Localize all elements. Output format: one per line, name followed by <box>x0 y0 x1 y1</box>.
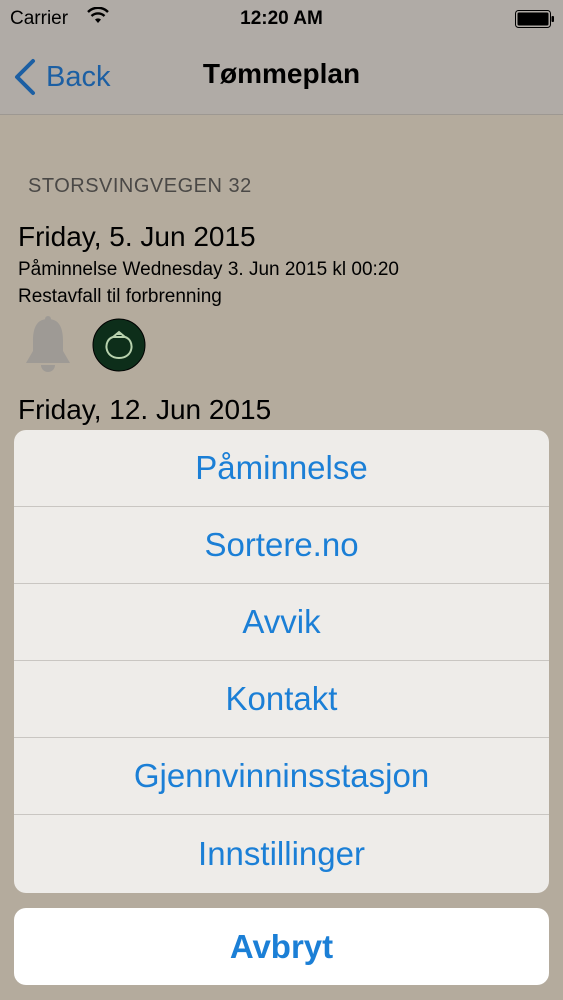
bell-icon[interactable] <box>22 315 74 373</box>
action-sortere[interactable]: Sortere.no <box>14 507 549 584</box>
waste-sack-icon[interactable] <box>92 318 146 372</box>
entry-date[interactable]: Friday, 5. Jun 2015 <box>18 221 256 253</box>
action-recycling-station[interactable]: Gjennvinninsstasjon <box>14 738 549 815</box>
page-title: Tømmeplan <box>202 58 361 89</box>
entry-reminder: Påminnelse Wednesday 3. Jun 2015 kl 00:2… <box>18 259 399 280</box>
entry-waste-type: Restavfall til forbrenning <box>18 286 222 307</box>
navigation-bar: Back Tømmeplan <box>0 38 563 115</box>
battery-icon <box>515 10 554 28</box>
action-reminder[interactable]: Påminnelse <box>14 430 549 507</box>
status-bar: Carrier 12:20 AM <box>0 0 563 38</box>
cancel-button[interactable]: Avbryt <box>14 908 549 985</box>
entry-date[interactable]: Friday, 12. Jun 2015 <box>18 394 271 426</box>
action-settings[interactable]: Innstillinger <box>14 815 549 892</box>
clock: 12:20 AM <box>240 8 323 29</box>
section-header-address: STORSVINGVEGEN 32 <box>28 175 252 197</box>
action-deviation[interactable]: Avvik <box>14 584 549 661</box>
action-sheet: Påminnelse Sortere.no Avvik Kontakt Gjen… <box>14 430 549 893</box>
action-contact[interactable]: Kontakt <box>14 661 549 738</box>
